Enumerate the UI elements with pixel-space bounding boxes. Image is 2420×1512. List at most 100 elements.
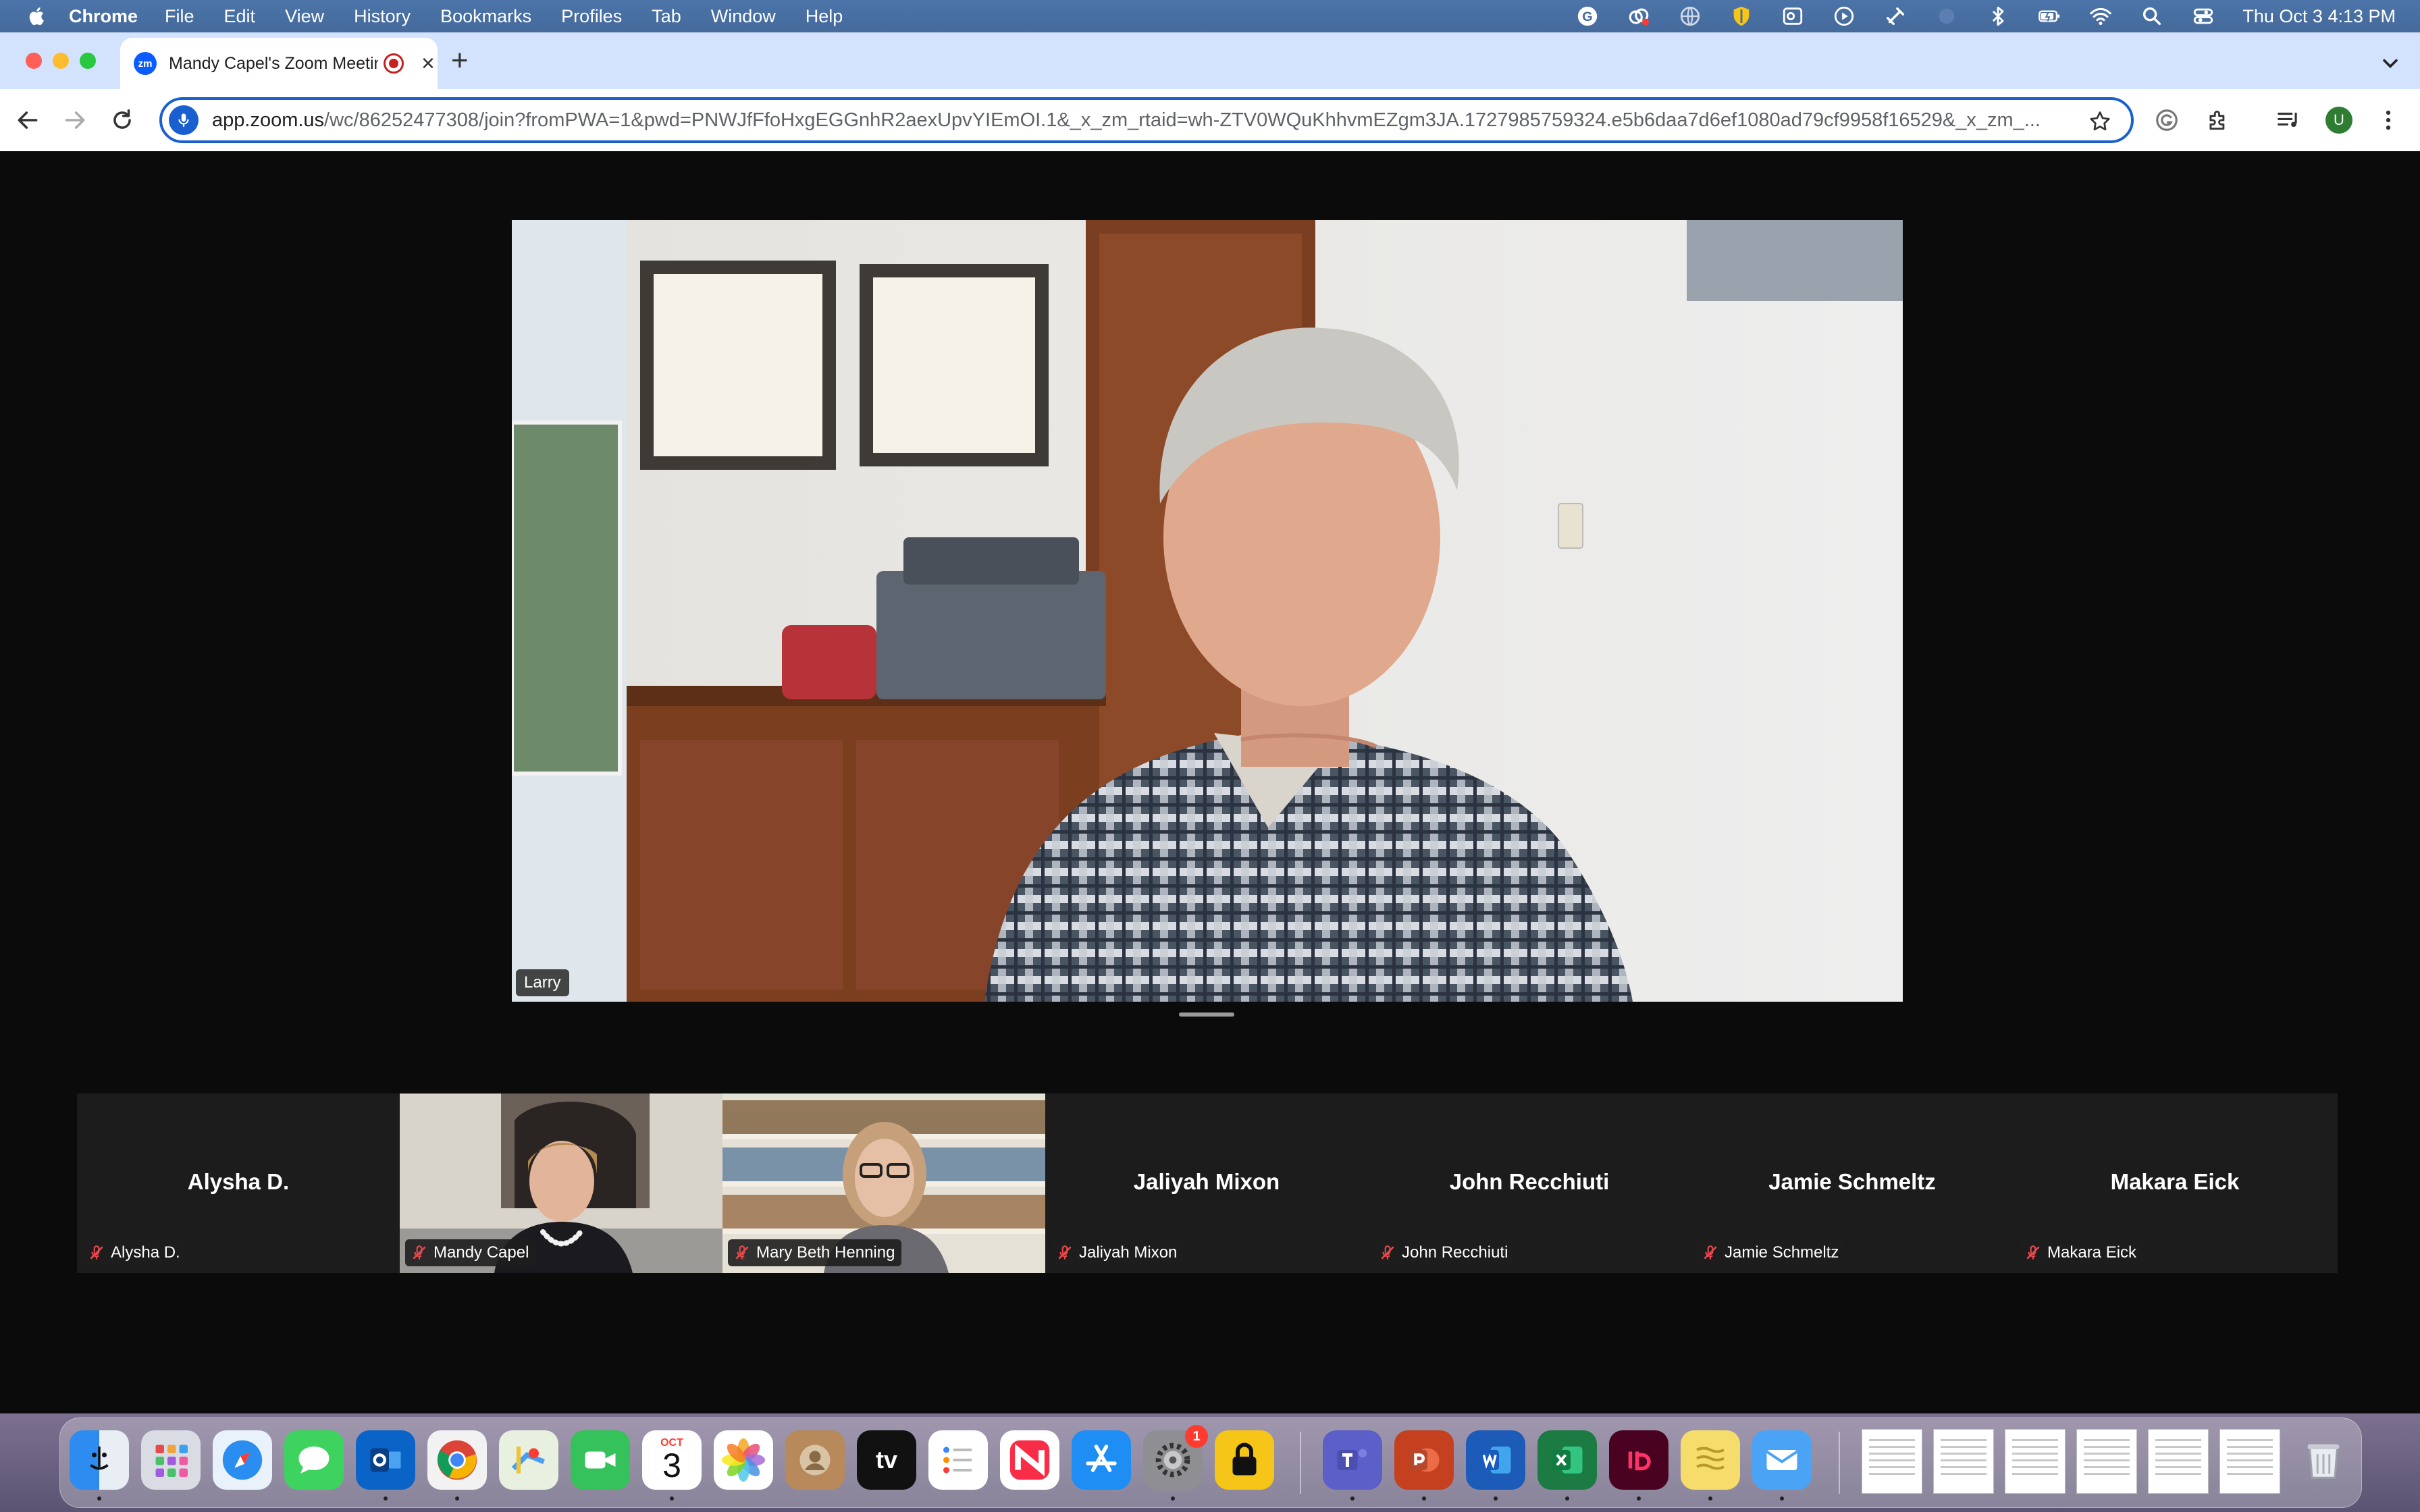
microphone-muted-icon (90, 1245, 103, 1260)
running-indicator (1494, 1496, 1498, 1501)
contacts-icon[interactable] (785, 1430, 845, 1490)
window-minimize-button[interactable] (53, 53, 69, 69)
participant-tile[interactable]: Alysha D. Alysha D. (77, 1094, 400, 1273)
grammarly-icon[interactable]: G (1575, 4, 1600, 28)
running-indicator (1780, 1496, 1784, 1501)
url-host: app.zoom.us (212, 109, 325, 131)
norton-shield-icon[interactable] (1729, 4, 1754, 28)
outlook-icon[interactable] (356, 1430, 415, 1490)
recent-document-thumbnail[interactable] (2076, 1429, 2137, 1494)
menu-help[interactable]: Help (806, 6, 843, 27)
teams-icon[interactable] (1323, 1430, 1382, 1490)
url-text[interactable]: app.zoom.us/wc/86252477308/join?fromPWA=… (212, 109, 2089, 132)
menu-file[interactable]: File (165, 6, 194, 27)
participant-label: Mandy Capel (433, 1243, 529, 1262)
lock-app-icon[interactable] (1215, 1430, 1274, 1490)
active-speaker-name-tag: Larry (516, 969, 569, 996)
menu-window[interactable]: Window (711, 6, 776, 27)
resize-drag-handle[interactable] (1179, 1013, 1234, 1017)
stickies-icon[interactable] (1681, 1430, 1740, 1490)
tab-search-chevron-icon[interactable] (2378, 51, 2402, 76)
window-zoom-button[interactable] (80, 53, 96, 69)
running-indicator (1637, 1496, 1641, 1501)
battery-icon[interactable] (2037, 4, 2061, 28)
outlook-status-icon[interactable] (1781, 4, 1805, 28)
new-tab-button[interactable]: + (451, 46, 469, 76)
profile-avatar[interactable]: U (2325, 107, 2352, 134)
maps-icon[interactable] (499, 1430, 558, 1490)
safari-icon[interactable] (213, 1430, 272, 1490)
participant-label: Mary Beth Henning (756, 1243, 895, 1262)
running-indicator (97, 1496, 101, 1501)
globe-icon[interactable] (1678, 4, 1702, 28)
indesign-icon[interactable] (1609, 1430, 1668, 1490)
tab-close-icon[interactable]: × (421, 52, 435, 75)
hidden-app-icon[interactable] (1935, 4, 1959, 28)
bluetooth-icon[interactable] (1986, 4, 2010, 28)
excel-icon[interactable] (1537, 1430, 1597, 1490)
microphone-muted-icon (413, 1245, 426, 1260)
system-settings-icon[interactable]: 1 (1143, 1425, 1208, 1490)
calendar-icon[interactable]: OCT 3 (642, 1430, 702, 1490)
tool-icon[interactable] (1883, 4, 1908, 28)
finder-icon[interactable] (70, 1430, 129, 1490)
menu-clock[interactable]: Thu Oct 3 4:13 PM (2242, 6, 2396, 27)
powerpoint-icon[interactable] (1394, 1430, 1454, 1490)
word-icon[interactable] (1466, 1430, 1525, 1490)
macos-dock: OCT 3 tv 1 (59, 1418, 2362, 1508)
participant-tile[interactable]: Jaliyah Mixon Jaliyah Mixon (1045, 1094, 1368, 1273)
speaker-video-frame (512, 220, 1903, 1002)
apple-tv-label: tv (875, 1446, 897, 1474)
facetime-icon[interactable] (571, 1430, 630, 1490)
recent-document-thumbnail[interactable] (1862, 1429, 1922, 1494)
reload-icon[interactable] (109, 107, 135, 133)
participant-tile[interactable]: Makara Eick Makara Eick (2014, 1094, 2336, 1273)
control-center-icon[interactable] (2191, 4, 2215, 28)
menu-history[interactable]: History (354, 6, 411, 27)
participant-tile[interactable]: Jamie Schmeltz Jamie Schmeltz (1691, 1094, 2014, 1273)
menu-profiles[interactable]: Profiles (561, 6, 622, 27)
apple-menu-icon[interactable] (26, 5, 49, 28)
running-indicator (1565, 1496, 1569, 1501)
microphone-in-use-icon[interactable] (169, 105, 199, 135)
chrome-icon[interactable] (427, 1430, 487, 1490)
news-icon[interactable] (1000, 1430, 1059, 1490)
address-bar[interactable]: app.zoom.us/wc/86252477308/join?fromPWA=… (159, 97, 2134, 143)
participant-tile[interactable]: John Recchiuti John Recchiuti (1368, 1094, 1691, 1273)
extensions-puzzle-icon[interactable] (2205, 107, 2231, 133)
launchpad-icon[interactable] (141, 1430, 201, 1490)
active-speaker-video[interactable]: Larry (512, 220, 1903, 1002)
back-arrow-icon[interactable] (15, 107, 41, 133)
participant-tile[interactable]: Mary Beth Henning (722, 1094, 1045, 1273)
forward-arrow-icon[interactable] (62, 107, 88, 133)
menu-tab[interactable]: Tab (652, 6, 681, 27)
bookmark-star-icon[interactable] (2088, 109, 2112, 134)
recent-document-thumbnail[interactable] (2005, 1429, 2066, 1494)
creative-cloud-icon[interactable] (1627, 4, 1651, 28)
recent-document-thumbnail[interactable] (2148, 1429, 2209, 1494)
media-controls-icon[interactable] (2276, 107, 2301, 133)
play-circle-icon[interactable] (1832, 4, 1856, 28)
menu-edit[interactable]: Edit (224, 6, 256, 27)
photos-icon[interactable] (714, 1430, 773, 1490)
mail-icon[interactable] (1752, 1430, 1812, 1490)
menu-chrome[interactable]: Chrome (69, 6, 138, 27)
chrome-menu-kebab-icon[interactable] (2375, 107, 2401, 133)
menu-view[interactable]: View (285, 6, 324, 27)
wifi-icon[interactable] (2088, 4, 2113, 28)
app-store-icon[interactable] (1072, 1430, 1131, 1490)
recent-document-thumbnail[interactable] (2219, 1429, 2280, 1494)
spotlight-search-icon[interactable] (2140, 4, 2164, 28)
grammarly-extension-icon[interactable] (2154, 107, 2180, 133)
apple-tv-icon[interactable]: tv (857, 1430, 916, 1490)
participant-name-tag: Mary Beth Henning (728, 1239, 902, 1266)
trash-icon[interactable] (2294, 1430, 2353, 1490)
reminders-icon[interactable] (928, 1430, 988, 1490)
messages-icon[interactable] (284, 1430, 344, 1490)
window-close-button[interactable] (26, 53, 42, 69)
menu-bookmarks[interactable]: Bookmarks (440, 6, 531, 27)
participant-tile[interactable]: Mandy Capel (400, 1094, 722, 1273)
running-indicator (1422, 1496, 1426, 1501)
browser-tab-zoom[interactable]: zm Mandy Capel's Zoom Meeting × (120, 38, 438, 89)
recent-document-thumbnail[interactable] (1933, 1429, 1994, 1494)
